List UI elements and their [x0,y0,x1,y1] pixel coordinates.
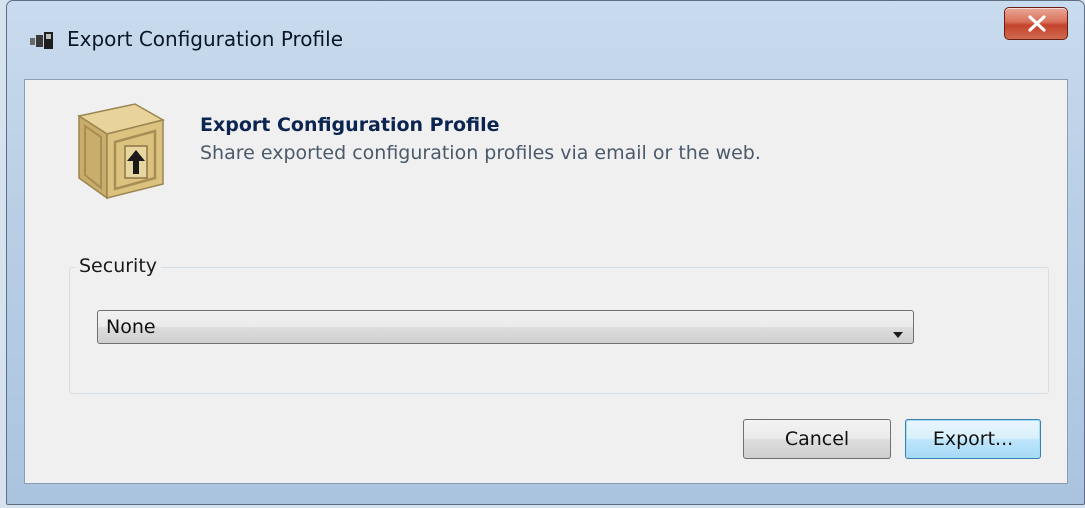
cancel-button[interactable]: Cancel [743,419,891,459]
security-dropdown[interactable]: None [97,310,914,344]
package-export-icon [61,94,173,204]
header-subtitle: Share exported configuration profiles vi… [200,142,761,164]
dialog-content: Export Configuration Profile Share expor… [24,79,1068,484]
close-icon [1028,15,1046,32]
window-title: Export Configuration Profile [67,27,344,51]
security-dropdown-value: None [106,316,156,338]
close-button[interactable] [1004,7,1068,40]
security-group-label: Security [75,255,162,277]
export-dialog-window: Export Configuration Profile Export Conf… [6,0,1085,505]
chevron-down-icon [893,324,903,343]
title-bar[interactable]: Export Configuration Profile [7,1,1084,79]
app-icon [29,29,55,51]
export-button[interactable]: Export... [905,419,1041,459]
header-title: Export Configuration Profile [200,114,500,136]
